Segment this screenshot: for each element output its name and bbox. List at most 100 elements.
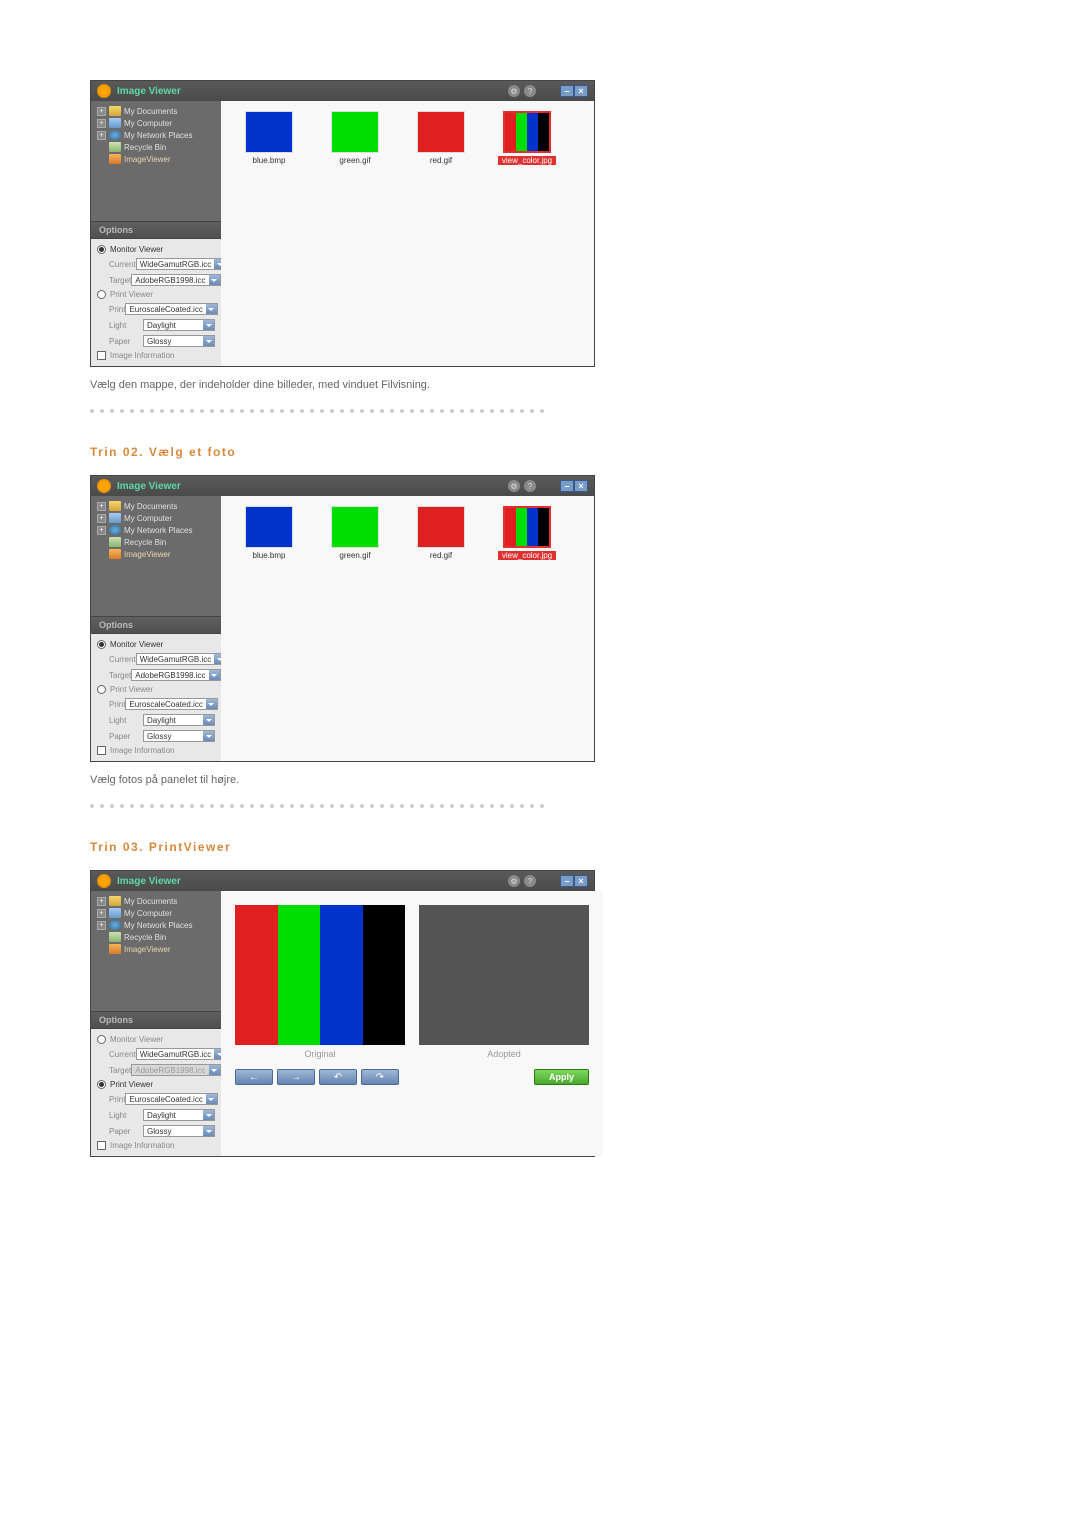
tree-item-imageviewer[interactable]: ImageViewer (97, 943, 215, 955)
tree-item-network[interactable]: +My Network Places (97, 919, 215, 931)
recycle-icon (109, 142, 121, 152)
print-viewer-radio[interactable]: Print Viewer (97, 1078, 215, 1091)
tree-item-documents[interactable]: +My Documents (97, 500, 215, 512)
preview-adopted: Adopted (419, 905, 589, 1059)
chevron-down-icon (206, 699, 217, 709)
chevron-down-icon (203, 336, 214, 346)
apply-button[interactable]: Apply (534, 1069, 589, 1085)
tree-item-computer[interactable]: +My Computer (97, 117, 215, 129)
help-icon[interactable]: ? (524, 480, 536, 492)
image-viewer-window-1: Image Viewer ⚙ ? – × +My Documents +My C… (90, 80, 595, 367)
folder-tree[interactable]: +My Documents +My Computer +My Network P… (91, 101, 221, 221)
print-profile-select[interactable]: EuroscaleCoated.icc (125, 698, 217, 710)
rotate-cw-button[interactable]: ↷ (361, 1069, 399, 1085)
close-button[interactable]: × (574, 480, 588, 492)
tree-item-network[interactable]: +My Network Places (97, 129, 215, 141)
monitor-viewer-radio[interactable]: Monitor Viewer (97, 638, 215, 651)
paper-select[interactable]: Glossy (143, 1125, 215, 1137)
chevron-down-icon (206, 304, 217, 314)
thumb-red[interactable]: red.gif (407, 506, 475, 560)
minimize-button[interactable]: – (560, 480, 574, 492)
target-profile-row: TargetAdobeRGB1998.icc (97, 272, 215, 288)
monitor-viewer-radio[interactable]: Monitor Viewer (97, 1033, 215, 1046)
step01-caption: Vælg den mappe, der indeholder dine bill… (90, 379, 990, 391)
folder-icon (109, 106, 121, 116)
radio-unchecked-icon (97, 685, 106, 694)
preview-toolbar: ← → ↶ ↷ Apply (221, 1065, 603, 1093)
paper-select[interactable]: Glossy (143, 730, 215, 742)
thumb-blue[interactable]: blue.bmp (235, 506, 303, 560)
chevron-down-icon (209, 670, 220, 680)
thumb-red[interactable]: red.gif (407, 111, 475, 165)
light-select[interactable]: Daylight (143, 714, 215, 726)
gear-icon[interactable]: ⚙ (508, 480, 520, 492)
image-info-checkbox[interactable]: Image Information (97, 1139, 215, 1152)
prev-button[interactable]: ← (235, 1069, 273, 1085)
tree-item-computer[interactable]: +My Computer (97, 512, 215, 524)
app-logo-icon (97, 479, 111, 493)
chevron-down-icon (206, 1094, 217, 1104)
target-profile-select[interactable]: AdobeRGB1998.icc (131, 669, 220, 681)
title-bar[interactable]: Image Viewer ⚙ ? – × (91, 476, 594, 496)
radio-checked-icon (97, 640, 106, 649)
gear-icon[interactable]: ⚙ (508, 875, 520, 887)
thumb-viewcolor[interactable]: view_color.jpg (493, 111, 561, 165)
print-profile-select[interactable]: EuroscaleCoated.icc (125, 1093, 217, 1105)
rotate-ccw-button[interactable]: ↶ (319, 1069, 357, 1085)
network-icon (109, 920, 121, 930)
app-folder-icon (109, 154, 121, 164)
options-panel: Monitor Viewer CurrentWideGamutRGB.icc T… (91, 634, 221, 761)
paper-row: PaperGlossy (97, 333, 215, 349)
current-profile-select[interactable]: WideGamutRGB.icc (136, 1048, 227, 1060)
preview-adopted-label: Adopted (487, 1049, 521, 1059)
image-info-checkbox[interactable]: Image Information (97, 744, 215, 757)
print-viewer-radio[interactable]: Print Viewer (97, 683, 215, 696)
image-viewer-window-3: Image Viewer ⚙ ? – × +My Documents +My C… (90, 870, 595, 1157)
tree-item-documents[interactable]: +My Documents (97, 895, 215, 907)
thumb-blue[interactable]: blue.bmp (235, 111, 303, 165)
folder-tree[interactable]: +My Documents +My Computer +My Network P… (91, 496, 221, 616)
thumb-green[interactable]: green.gif (321, 111, 389, 165)
title-bar[interactable]: Image Viewer ⚙ ? – × (91, 871, 594, 891)
folder-tree[interactable]: +My Documents +My Computer +My Network P… (91, 891, 221, 1011)
thumb-viewcolor[interactable]: view_color.jpg (493, 506, 561, 560)
tree-item-imageviewer[interactable]: ImageViewer (97, 548, 215, 560)
light-select[interactable]: Daylight (143, 1109, 215, 1121)
thumb-green[interactable]: green.gif (321, 506, 389, 560)
tree-item-recycle[interactable]: Recycle Bin (97, 141, 215, 153)
current-profile-select[interactable]: WideGamutRGB.icc (136, 653, 227, 665)
next-button[interactable]: → (277, 1069, 315, 1085)
radio-unchecked-icon (97, 290, 106, 299)
title-bar[interactable]: Image Viewer ⚙ ? – × (91, 81, 594, 101)
tree-item-documents[interactable]: +My Documents (97, 105, 215, 117)
minimize-button[interactable]: – (560, 875, 574, 887)
gear-icon[interactable]: ⚙ (508, 85, 520, 97)
computer-icon (109, 908, 121, 918)
thumb-image-selected (503, 506, 551, 548)
tree-item-recycle[interactable]: Recycle Bin (97, 536, 215, 548)
light-select[interactable]: Daylight (143, 319, 215, 331)
target-profile-select[interactable]: AdobeRGB1998.icc (131, 274, 220, 286)
network-icon (109, 130, 121, 140)
tree-item-recycle[interactable]: Recycle Bin (97, 931, 215, 943)
current-profile-select[interactable]: WideGamutRGB.icc (136, 258, 227, 270)
close-button[interactable]: × (574, 875, 588, 887)
close-button[interactable]: × (574, 85, 588, 97)
step02-title: Trin 02. Vælg et foto (90, 445, 990, 459)
chevron-down-icon (209, 275, 220, 285)
tree-item-computer[interactable]: +My Computer (97, 907, 215, 919)
print-viewer-radio[interactable]: Print Viewer (97, 288, 215, 301)
computer-icon (109, 513, 121, 523)
tree-item-imageviewer[interactable]: ImageViewer (97, 153, 215, 165)
print-profile-select[interactable]: EuroscaleCoated.icc (125, 303, 217, 315)
checkbox-unchecked-icon (97, 351, 106, 360)
image-info-checkbox[interactable]: Image Information (97, 349, 215, 362)
help-icon[interactable]: ? (524, 85, 536, 97)
paper-select[interactable]: Glossy (143, 335, 215, 347)
help-icon[interactable]: ? (524, 875, 536, 887)
preview-panel: Original Adopted ← → ↶ ↷ Apply (221, 891, 603, 1156)
monitor-viewer-radio[interactable]: Monitor Viewer (97, 243, 215, 256)
tree-item-network[interactable]: +My Network Places (97, 524, 215, 536)
options-header: Options (91, 616, 221, 634)
minimize-button[interactable]: – (560, 85, 574, 97)
